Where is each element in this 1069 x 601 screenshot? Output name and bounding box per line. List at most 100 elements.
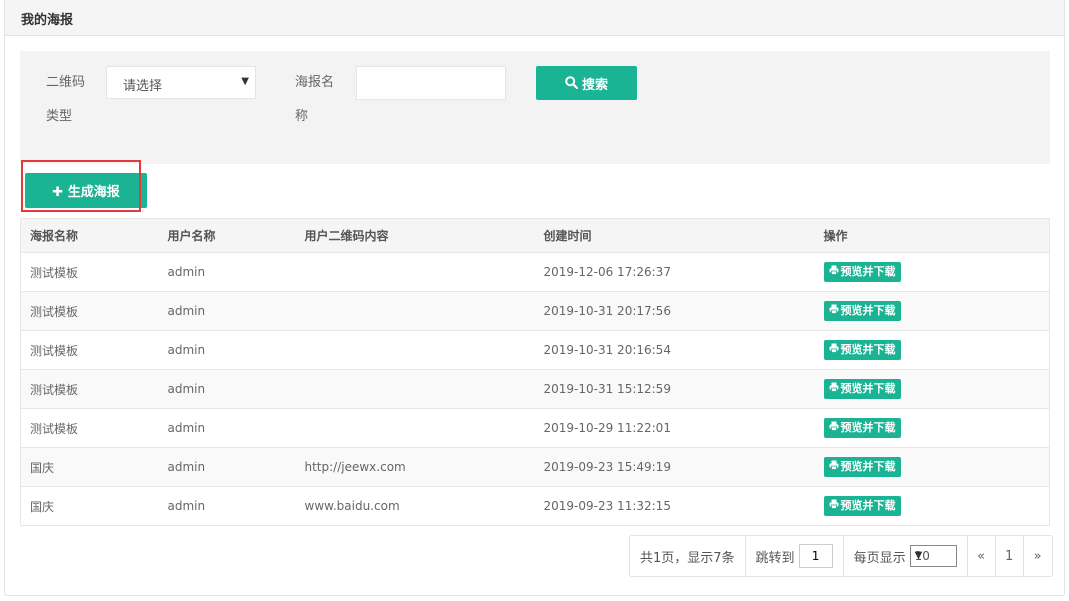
table-row: 测试模板 admin 2019-10-29 11:22:01 预览并下载 [20,408,1050,448]
table-cell-user: admin [158,291,296,331]
table-cell-user: admin [158,408,296,448]
column-header: 创建时间 [534,218,815,253]
table-cell-qr [295,330,535,370]
table-cell-created: 2019-09-23 11:32:15 [534,486,815,526]
printer-icon [829,499,839,512]
table-cell-user: admin [158,369,296,409]
poster-panel: 我的海报 二维码 类型 请选择 ▼ 海报名 称 搜索 ✚ 生成海报 海报名称 用… [4,0,1065,596]
table-cell-name: 测试模板 [20,408,159,448]
table-cell-action: 预览并下载 [814,252,1050,292]
table-cell-qr [295,369,535,409]
page-size-label: 每页显示 [853,550,906,566]
table-cell-created: 2019-10-29 11:22:01 [534,408,815,448]
table-row: 国庆 admin www.baidu.com 2019-09-23 11:32:15 预… [20,486,1050,526]
printer-icon [829,304,839,317]
table-cell-action: 预览并下载 [814,330,1050,370]
table-cell-user: admin [158,330,296,370]
column-header: 操作 [814,218,1050,253]
preview-download-button[interactable]: 预览并下载 [823,262,901,282]
table-row: 测试模板 admin 2019-10-31 20:17:56 预览并下载 [20,291,1050,331]
table-cell-created: 2019-12-06 17:26:37 [534,252,815,292]
preview-download-label: 预览并下载 [840,460,896,473]
qr-type-label: 二维码 [46,75,86,90]
preview-download-label: 预览并下载 [840,382,896,395]
page-size: 每页显示 10 ▼ [844,536,968,576]
panel-title: 我的海报 [21,13,74,28]
table-cell-created: 2019-09-23 15:49:19 [534,447,815,487]
table-cell-action: 预览并下载 [814,447,1050,487]
poster-name-label: 海报名 [295,75,335,90]
next-page-button[interactable]: » [1024,536,1052,576]
printer-icon [829,460,839,473]
preview-download-button[interactable]: 预览并下载 [823,418,901,438]
column-header: 用户二维码内容 [295,218,535,253]
preview-download-button[interactable]: 预览并下载 [823,457,901,477]
search-icon [565,75,579,93]
pagination-summary: 共1页，显示7条 [630,536,746,576]
table-cell-user: admin [158,252,296,292]
poster-name-label-wrap: 称 [295,109,309,124]
table-cell-name: 国庆 [20,447,159,487]
chevron-down-icon: ▼ [914,550,923,561]
table-cell-name: 测试模板 [20,330,159,370]
prev-page-button[interactable]: « [968,536,996,576]
preview-download-label: 预览并下载 [840,304,896,317]
table-cell-qr [295,408,535,448]
table-header-row: 海报名称 用户名称 用户二维码内容 创建时间 操作 [20,218,1050,253]
table-cell-user: admin [158,447,296,487]
qr-type-select[interactable]: 请选择 ▼ [106,66,256,99]
qr-type-label-wrap: 类型 [46,109,73,124]
poster-table: 海报名称 用户名称 用户二维码内容 创建时间 操作 测试模板 admin 2019-… [20,218,1050,526]
plus-icon: ✚ [52,185,64,200]
column-header: 用户名称 [158,218,296,253]
table-cell-qr [295,252,535,292]
preview-download-button[interactable]: 预览并下载 [823,496,901,516]
column-header: 海报名称 [20,218,159,253]
table-cell-name: 测试模板 [20,252,159,292]
preview-download-label: 预览并下载 [840,265,896,278]
table-cell-action: 预览并下载 [814,486,1050,526]
page-number-button[interactable]: 1 [996,536,1024,576]
page-jump-input[interactable] [798,544,833,568]
preview-download-button[interactable]: 预览并下载 [823,379,901,399]
printer-icon [829,265,839,278]
panel-heading: 我的海报 [5,0,1064,36]
qr-type-selected: 请选择 [123,79,163,94]
table-cell-user: admin [158,486,296,526]
table-row: 国庆 admin http://jeewx.com 2019-09-23 15:49:… [20,447,1050,487]
chevron-down-icon: ▼ [241,76,249,87]
table-cell-qr: http://jeewx.com [295,447,535,487]
table-cell-qr [295,291,535,331]
table-row: 测试模板 admin 2019-10-31 15:12:59 预览并下载 [20,369,1050,409]
preview-download-button[interactable]: 预览并下载 [823,301,901,321]
search-form: 二维码 类型 请选择 ▼ 海报名 称 搜索 [20,51,1050,164]
table-cell-qr: www.baidu.com [295,486,535,526]
table-cell-action: 预览并下载 [814,291,1050,331]
table-cell-name: 测试模板 [20,369,159,409]
create-poster-label: 生成海报 [67,185,120,200]
page-jump-label: 跳转到 [755,550,795,566]
search-button-label: 搜索 [581,77,608,93]
page-jump: 跳转到 [746,536,844,576]
preview-download-label: 预览并下载 [840,421,896,434]
page-size-select[interactable]: 10 ▼ [909,545,957,567]
table-cell-created: 2019-10-31 20:16:54 [534,330,815,370]
poster-name-input[interactable] [356,66,506,100]
table-cell-created: 2019-10-31 20:17:56 [534,291,815,331]
search-button[interactable]: 搜索 [536,66,637,100]
table-cell-action: 预览并下载 [814,369,1050,409]
printer-icon [829,343,839,356]
preview-download-label: 预览并下载 [840,343,896,356]
table-cell-action: 预览并下载 [814,408,1050,448]
printer-icon [829,382,839,395]
table-cell-name: 测试模板 [20,291,159,331]
table-cell-created: 2019-10-31 15:12:59 [534,369,815,409]
pagination: 共1页，显示7条 跳转到 每页显示 10 ▼ « 1 » [629,535,1053,577]
table-cell-name: 国庆 [20,486,159,526]
table-row: 测试模板 admin 2019-10-31 20:16:54 预览并下载 [20,330,1050,370]
create-poster-button[interactable]: ✚ 生成海报 [25,173,147,208]
printer-icon [829,421,839,434]
preview-download-label: 预览并下载 [840,499,896,512]
table-row: 测试模板 admin 2019-12-06 17:26:37 预览并下载 [20,252,1050,292]
preview-download-button[interactable]: 预览并下载 [823,340,901,360]
